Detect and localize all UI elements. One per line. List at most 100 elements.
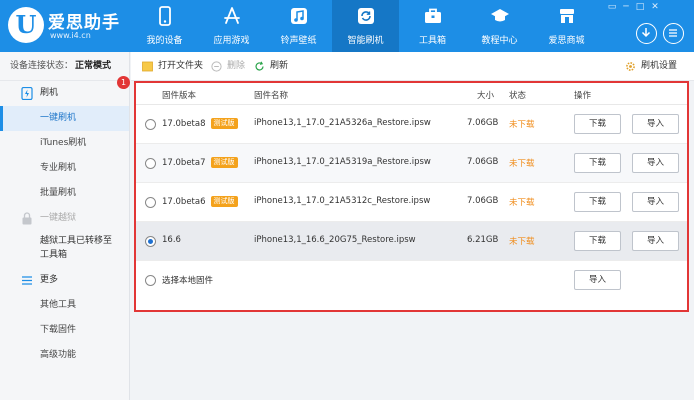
local-firmware-row[interactable]: 选择本地固件 导入: [136, 261, 687, 300]
row-radio[interactable]: [145, 197, 156, 208]
table-row[interactable]: 17.0beta7 测试版 iPhone13,1_17.0_21A5319a_Re…: [136, 144, 687, 183]
firmware-size: 7.06GB: [467, 118, 499, 128]
device-status: 设备连接状态： 正常模式: [0, 52, 129, 81]
jailbreak-notice: 越狱工具已转移至工具箱: [40, 236, 113, 260]
download-button[interactable]: 下载: [574, 192, 621, 212]
nav-label: 工具箱: [418, 36, 446, 46]
device-status-value: 正常模式: [75, 61, 112, 71]
beta-badge: 测试版: [210, 196, 238, 207]
nav-label: 爱思商城: [548, 36, 585, 46]
local-firmware-label: 选择本地固件: [162, 276, 214, 286]
top-bar: U 爱思助手 www.i4.cn 我的设备 应用游戏 铃声壁纸 智能刷机 工具箱…: [0, 0, 694, 52]
nav-label: 智能刷机: [347, 36, 384, 46]
gear-icon: [626, 62, 635, 71]
table-header: 固件版本 固件名称 大小 状态 操作: [136, 83, 687, 105]
import-button[interactable]: 导入: [632, 231, 679, 251]
firmware-status: 未下载: [509, 120, 535, 130]
firmware-status: 未下载: [509, 159, 535, 169]
table-row-selected[interactable]: 16.6 iPhone13,1_16.6_20G75_Restore.ipsw …: [136, 222, 687, 261]
header-status: 状态: [509, 91, 527, 101]
close-icon[interactable]: ✕: [649, 2, 661, 12]
menu-button[interactable]: [663, 23, 684, 44]
open-folder-button[interactable]: 打开文件夹: [142, 52, 203, 81]
notification-badge: 1: [117, 76, 130, 89]
nav-smart-flash[interactable]: 智能刷机: [332, 0, 399, 52]
list-icon: [22, 276, 32, 285]
firmware-name: iPhone13,1_16.6_20G75_Restore.ipsw: [254, 235, 416, 245]
nav-label: 应用游戏: [213, 36, 250, 46]
refresh-label: 刷新: [270, 61, 289, 71]
app-name: 爱思助手: [48, 13, 120, 33]
settings-window-icon[interactable]: ▭: [606, 2, 618, 12]
phone-icon: [159, 6, 171, 26]
folder-icon: [142, 61, 153, 72]
device-status-label: 设备连接状态：: [10, 61, 74, 71]
nav-label: 教程中心: [481, 36, 518, 46]
toolbox-icon: [425, 8, 441, 23]
header-name: 固件名称: [254, 91, 289, 101]
appstore-icon: [224, 7, 240, 24]
nav-tutorials[interactable]: 教程中心: [466, 0, 533, 52]
delete-button[interactable]: 删除: [211, 52, 245, 81]
sidebar-item-itunes-flash[interactable]: iTunes刷机: [0, 131, 129, 156]
sidebar-item-other-tools[interactable]: 其他工具: [0, 293, 129, 318]
local-import-button[interactable]: 导入: [574, 270, 621, 290]
download-button[interactable]: [636, 23, 657, 44]
row-radio[interactable]: [145, 275, 156, 286]
sidebar-item-download-firmware[interactable]: 下载固件: [0, 318, 129, 343]
beta-badge: 测试版: [210, 157, 238, 168]
firmware-version: 17.0beta8 测试版: [162, 118, 238, 129]
import-button[interactable]: 导入: [632, 114, 679, 134]
row-radio[interactable]: [145, 158, 156, 169]
download-icon: [641, 28, 651, 38]
table-row[interactable]: 17.0beta6 测试版 iPhone13,1_17.0_21A5312c_Re…: [136, 183, 687, 222]
minimize-icon[interactable]: ─: [620, 2, 632, 12]
import-button[interactable]: 导入: [632, 153, 679, 173]
flash-settings-button[interactable]: 刷机设置: [625, 52, 677, 81]
firmware-name: iPhone13,1_17.0_21A5319a_Restore.ipsw: [254, 157, 431, 167]
delete-icon: [211, 61, 222, 72]
sidebar-item-one-click-flash[interactable]: 一键刷机: [0, 106, 129, 131]
app-url: www.i4.cn: [50, 31, 91, 40]
nav-store[interactable]: 爱思商城: [533, 0, 600, 52]
import-button[interactable]: 导入: [632, 192, 679, 212]
lock-icon: [22, 212, 32, 225]
download-button[interactable]: 下载: [574, 231, 621, 251]
firmware-status: 未下载: [509, 198, 535, 208]
nav-ringtones-wallpapers[interactable]: 铃声壁纸: [265, 0, 332, 52]
delete-label: 删除: [227, 61, 246, 71]
firmware-name: iPhone13,1_17.0_21A5312c_Restore.ipsw: [254, 196, 431, 206]
open-folder-label: 打开文件夹: [158, 61, 204, 71]
refresh-button[interactable]: 刷新: [254, 52, 288, 81]
sidebar-item-pro-flash[interactable]: 专业刷机: [0, 156, 129, 181]
sidebar-group-more: 更多: [0, 268, 129, 293]
sidebar: 设备连接状态： 正常模式 刷机 一键刷机 iTunes刷机 专业刷机 批量刷机 一…: [0, 52, 130, 400]
firmware-version: 17.0beta6 测试版: [162, 196, 238, 207]
header-action: 操作: [574, 91, 592, 101]
flash-settings-label: 刷机设置: [641, 61, 678, 71]
sidebar-item-advanced[interactable]: 高级功能: [0, 343, 129, 368]
row-radio[interactable]: [145, 119, 156, 130]
table-row[interactable]: 17.0beta8 测试版 iPhone13,1_17.0_21A5326a_Re…: [136, 105, 687, 144]
menu-icon: [669, 29, 677, 37]
sidebar-item-batch-flash[interactable]: 批量刷机: [0, 181, 129, 206]
logo-icon: U: [8, 7, 44, 43]
sidebar-group-label: 一键越狱: [40, 213, 77, 223]
firmware-name: iPhone13,1_17.0_21A5326a_Restore.ipsw: [254, 118, 431, 128]
download-button[interactable]: 下载: [574, 114, 621, 134]
sidebar-group-jailbreak: 一键越狱: [0, 206, 129, 231]
header-size: 大小: [477, 91, 495, 101]
music-icon: [291, 8, 307, 24]
download-button[interactable]: 下载: [574, 153, 621, 173]
firmware-size: 6.21GB: [467, 235, 499, 245]
firmware-status: 未下载: [509, 237, 535, 247]
version-text: 17.0beta6: [162, 197, 206, 207]
firmware-version: 17.0beta7 测试版: [162, 157, 238, 168]
nav-label: 铃声壁纸: [280, 36, 317, 46]
nav-toolbox[interactable]: 工具箱: [399, 0, 466, 52]
nav-apps-games[interactable]: 应用游戏: [198, 0, 265, 52]
maximize-icon[interactable]: □: [634, 2, 646, 12]
header-version: 固件版本: [162, 91, 197, 101]
row-radio-selected[interactable]: [145, 236, 156, 247]
nav-my-device[interactable]: 我的设备: [131, 0, 198, 52]
